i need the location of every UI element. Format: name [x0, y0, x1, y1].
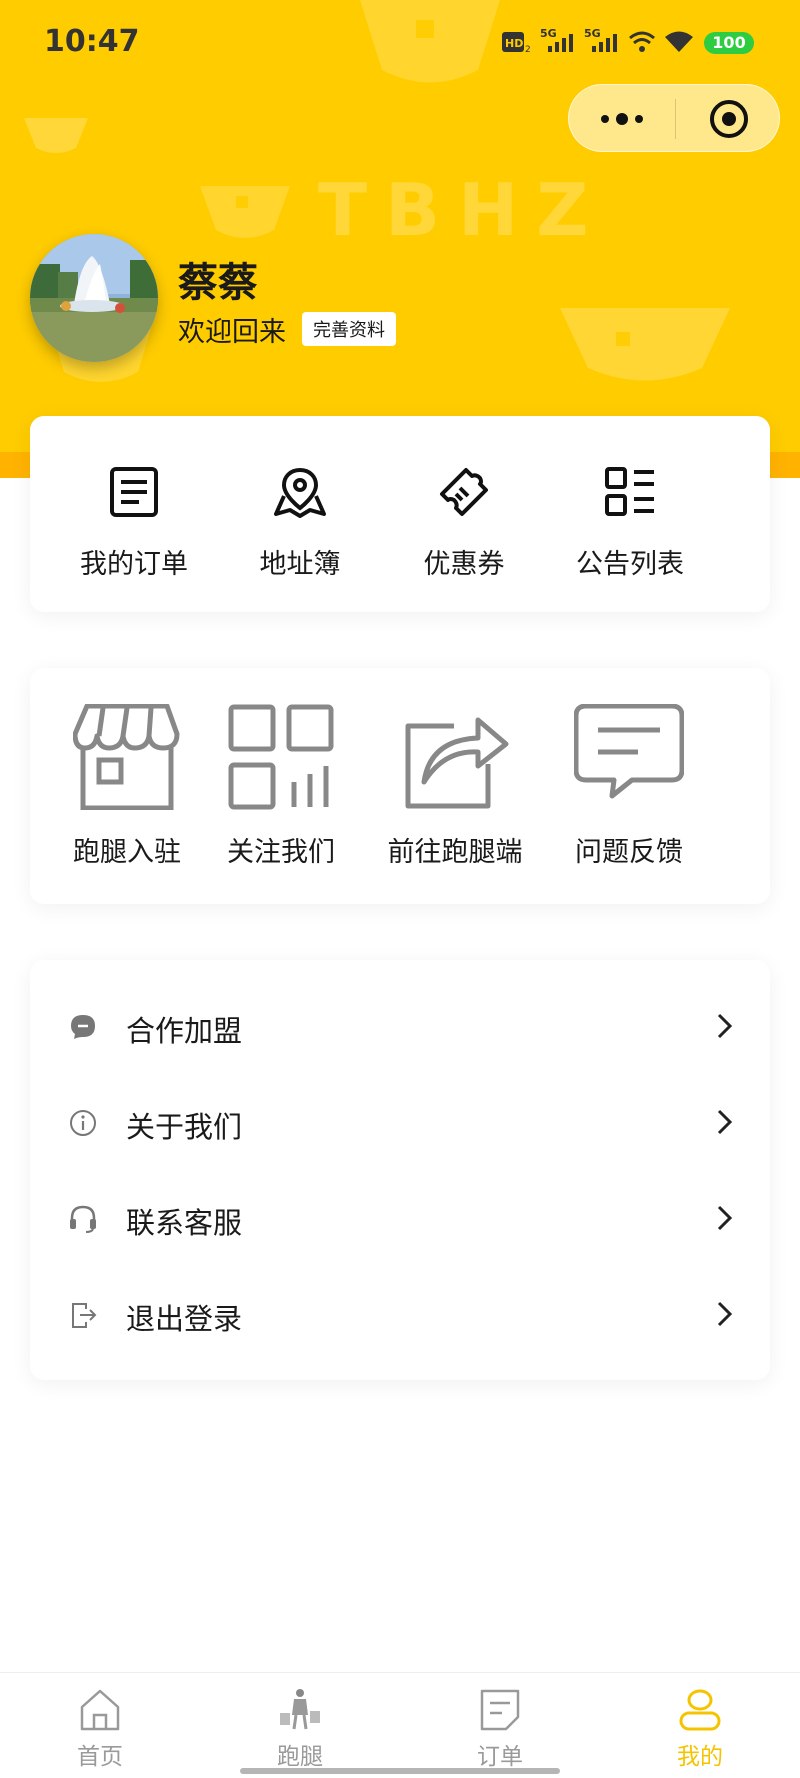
- welcome-text: 欢迎回来: [178, 317, 286, 348]
- home-icon: [80, 1689, 120, 1731]
- order-list-icon: [110, 467, 158, 517]
- settings-list-card: 合作加盟 关于我们 联系客服 退出登录: [30, 960, 770, 1380]
- menu-item-label: 地址簿: [259, 549, 341, 580]
- avatar-image: [30, 234, 158, 362]
- svg-text:5G: 5G: [540, 27, 557, 40]
- tab-label: 跑腿: [277, 1744, 323, 1770]
- menu-item-feedback[interactable]: 问题反馈: [574, 704, 684, 884]
- tab-label: 首页: [77, 1744, 123, 1770]
- watermark-text: TBHZ: [318, 168, 607, 252]
- miniapp-capsule: [568, 84, 780, 152]
- tab-errand[interactable]: 跑腿: [200, 1673, 400, 1778]
- wifi-call-icon: [629, 31, 655, 52]
- decorative-bowl-icon: [24, 118, 88, 153]
- coupon-ticket-icon: [440, 468, 488, 516]
- svg-text:HD: HD: [505, 37, 523, 50]
- list-item-logout[interactable]: 退出登录: [30, 1266, 770, 1362]
- headset-icon: [70, 1205, 96, 1233]
- menu-item-runner-join[interactable]: 跑腿入驻: [72, 704, 182, 884]
- list-item-label: 联系客服: [126, 1206, 243, 1240]
- menu-item-go-runner[interactable]: 前往跑腿端: [388, 704, 523, 884]
- list-item-franchise[interactable]: 合作加盟: [30, 978, 770, 1074]
- chat-bubble-icon: [71, 1015, 95, 1039]
- home-indicator: [240, 1768, 560, 1774]
- chevron-right-icon: [717, 1013, 733, 1039]
- message-bubble-icon: [574, 704, 684, 799]
- menu-item-label: 关注我们: [227, 837, 335, 868]
- qr-code-icon: [228, 704, 334, 810]
- bottom-tab-bar: 首页 跑腿 订单 我的: [0, 1672, 800, 1778]
- avatar[interactable]: [30, 234, 158, 362]
- wifi-icon: [665, 31, 693, 52]
- close-miniapp-button[interactable]: [675, 85, 781, 153]
- menu-item-label: 我的订单: [80, 549, 188, 580]
- tab-orders[interactable]: 订单: [400, 1673, 600, 1778]
- list-item-label: 合作加盟: [126, 1014, 243, 1048]
- list-item-label: 关于我们: [126, 1110, 243, 1144]
- battery-indicator: 100: [704, 32, 754, 54]
- logout-icon: [72, 1303, 97, 1328]
- list-item-customer-service[interactable]: 联系客服: [30, 1170, 770, 1266]
- status-bar: 10:47 HD 2 5G 5G 100: [0, 0, 800, 84]
- more-options-button[interactable]: [569, 85, 675, 153]
- svg-text:5G: 5G: [584, 27, 601, 40]
- tab-label: 订单: [477, 1744, 523, 1770]
- chevron-right-icon: [717, 1301, 733, 1327]
- hd-icon: HD 2: [502, 32, 531, 54]
- menu-item-bulletins[interactable]: 公告列表: [570, 456, 690, 586]
- list-item-about-us[interactable]: 关于我们: [30, 1074, 770, 1170]
- tab-label: 我的: [677, 1744, 723, 1770]
- menu-item-orders[interactable]: 我的订单: [74, 456, 194, 586]
- menu-item-follow-us[interactable]: 关注我们: [226, 704, 336, 884]
- menu-item-coupons[interactable]: 优惠券: [404, 456, 524, 586]
- map-pin-icon: [274, 467, 326, 518]
- share-forward-icon: [405, 717, 509, 809]
- menu-item-address-book[interactable]: 地址簿: [240, 456, 360, 586]
- username: 蔡蔡: [178, 260, 258, 306]
- courier-icon: [280, 1689, 320, 1730]
- decorative-bowl-icon: [200, 186, 290, 238]
- chevron-right-icon: [717, 1205, 733, 1231]
- svg-text:2: 2: [525, 45, 531, 54]
- target-close-icon: [710, 100, 748, 138]
- menu-item-label: 跑腿入驻: [73, 837, 181, 868]
- menu-item-label: 前往跑腿端: [387, 837, 523, 868]
- info-icon: [70, 1110, 96, 1136]
- service-menu-card: 跑腿入驻 关注我们 前往跑腿端 问题反馈: [30, 668, 770, 904]
- menu-item-label: 问题反馈: [575, 837, 683, 868]
- quick-menu-card: 我的订单 地址簿 优惠券 公告列表: [30, 416, 770, 612]
- tab-mine[interactable]: 我的: [600, 1673, 800, 1778]
- tab-home[interactable]: 首页: [0, 1673, 200, 1778]
- user-icon: [679, 1689, 721, 1731]
- menu-item-label: 公告列表: [576, 549, 684, 580]
- decorative-bowl-icon: [560, 308, 730, 381]
- signal-5g-icon: 5G: [584, 27, 617, 52]
- chevron-right-icon: [717, 1109, 733, 1135]
- menu-item-label: 优惠券: [423, 549, 505, 580]
- list-item-label: 退出登录: [126, 1302, 243, 1336]
- edit-profile-button[interactable]: 完善资料: [302, 312, 396, 346]
- order-icon: [480, 1689, 520, 1731]
- bulletin-list-icon: [605, 467, 654, 516]
- more-dots-icon: [601, 113, 643, 125]
- storefront-icon: [73, 704, 180, 810]
- signal-5g-icon: 5G: [540, 27, 573, 52]
- status-time: 10:47: [44, 24, 140, 59]
